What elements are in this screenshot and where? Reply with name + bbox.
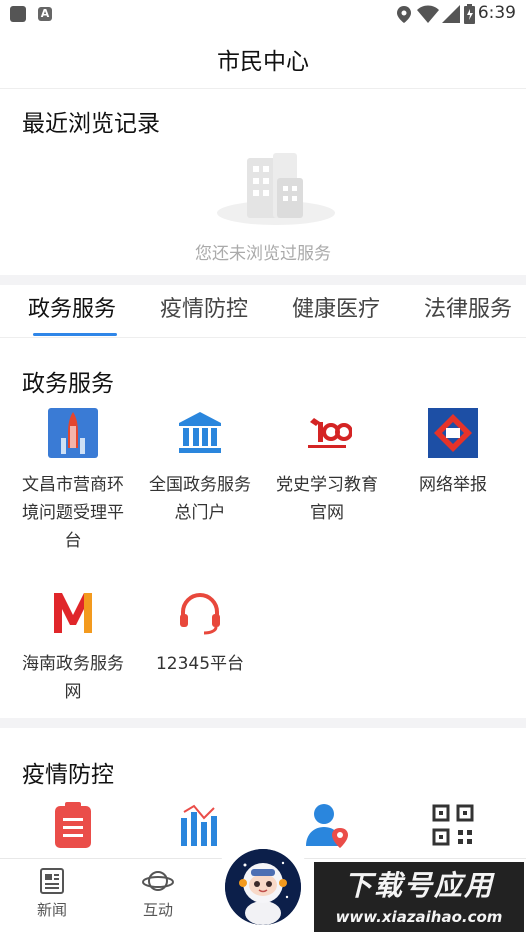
epidemic-section-title: 疫情防控	[22, 762, 114, 788]
service-item[interactable]: 12345平台	[137, 587, 263, 678]
service-item-label: 党史学习教育官网	[276, 475, 378, 523]
hainan-m-logo-icon	[54, 593, 92, 633]
service-item[interactable]: 党史学习教育官网	[264, 408, 390, 527]
watermark-url: www.xiazaihao.com	[335, 908, 503, 926]
headset-icon	[180, 593, 220, 635]
app-notification-icon: A	[38, 7, 52, 21]
news-icon	[40, 868, 64, 894]
astronaut-center-button[interactable]	[225, 849, 301, 925]
recent-section-title: 最近浏览记录	[22, 111, 160, 137]
user-location-icon	[306, 804, 348, 848]
clipboard-icon	[55, 802, 91, 848]
service-item[interactable]: 全国政务服务总门户	[137, 408, 263, 527]
service-item[interactable]: 网络举报	[390, 408, 516, 499]
epidemic-item[interactable]	[390, 800, 516, 854]
battery-icon	[464, 4, 475, 24]
wifi-icon	[417, 5, 439, 23]
service-item[interactable]: 海南政务服务网	[10, 587, 136, 706]
location-icon	[397, 6, 411, 23]
tab-legal[interactable]: 法律服务	[424, 291, 512, 323]
nav-news[interactable]: 新闻	[22, 867, 82, 920]
service-item-label: 全国政务服务总门户	[149, 475, 251, 523]
page-title: 市民中心	[217, 49, 309, 75]
notification-icon	[10, 6, 26, 22]
nav-news-label: 新闻	[36, 901, 67, 919]
epidemic-item[interactable]	[10, 800, 136, 854]
status-bar: A 6:39	[0, 0, 526, 28]
party-100-icon	[302, 416, 353, 450]
rocket-icon	[48, 408, 98, 458]
signal-icon	[442, 5, 460, 23]
planet-icon	[142, 871, 174, 891]
service-item-label: 海南政务服务网	[22, 654, 124, 702]
report-logo-icon	[428, 408, 478, 458]
astronaut-icon	[225, 849, 301, 925]
title-bar: 市民中心	[0, 28, 526, 89]
status-time: 6:39	[477, 3, 516, 23]
gov-services-title: 政务服务	[22, 371, 114, 397]
watermark: 下载号应用 www.xiazaihao.com	[314, 862, 524, 932]
service-item-label: 网络举报	[419, 475, 487, 495]
active-tab-indicator	[33, 333, 117, 336]
tab-gov-services[interactable]: 政务服务	[28, 291, 116, 323]
nav-interact-label: 互动	[142, 901, 173, 919]
service-item-label: 文昌市营商环境问题受理平台	[22, 475, 124, 551]
tab-health[interactable]: 健康医疗	[292, 291, 380, 323]
service-item-label: 12345平台	[155, 654, 245, 674]
section-divider	[0, 275, 526, 285]
nav-interact[interactable]: 互动	[128, 867, 188, 920]
section-divider	[0, 718, 526, 728]
watermark-title: 下载号应用	[343, 869, 494, 902]
service-item[interactable]: 文昌市营商环境问题受理平台	[10, 408, 136, 555]
empty-buildings-icon	[217, 153, 335, 225]
empty-history-text: 您还未浏览过服务	[195, 244, 331, 264]
qr-code-icon	[432, 804, 474, 846]
category-tabs: 政务服务 疫情防控 健康医疗 法律服务	[0, 285, 526, 338]
government-building-icon	[179, 412, 221, 453]
bar-chart-icon	[181, 804, 217, 846]
tab-epidemic[interactable]: 疫情防控	[160, 291, 248, 323]
